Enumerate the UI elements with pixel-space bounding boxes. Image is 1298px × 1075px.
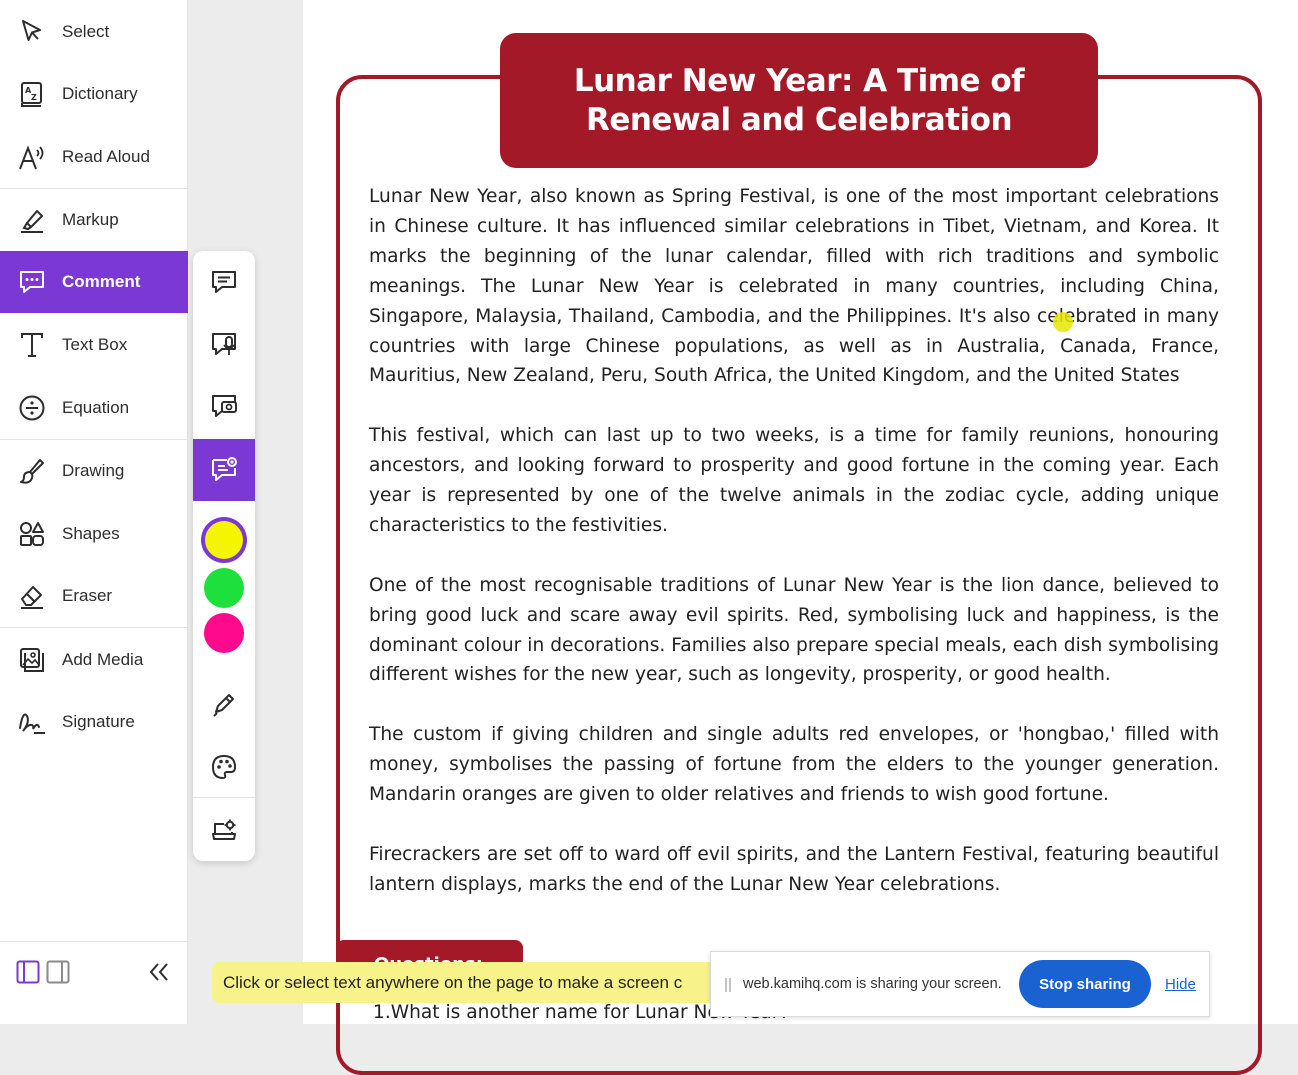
- drag-handle-icon[interactable]: [725, 978, 731, 992]
- article-title-line2: Renewal and Celebration: [585, 101, 1013, 138]
- sidebar-item-label: Read Aloud: [62, 147, 150, 166]
- dictionary-icon: AZ: [17, 79, 47, 109]
- paragraph[interactable]: This festival, which can last up to two …: [369, 421, 1219, 541]
- eraser-icon: [17, 581, 47, 611]
- sidebar-item-label: Equation: [62, 398, 130, 417]
- stop-sharing-button[interactable]: Stop sharing: [1019, 960, 1151, 1008]
- divider: [0, 627, 188, 628]
- share-message: web.kamihq.com is sharing your screen.: [743, 976, 1002, 992]
- paragraph[interactable]: The custom if giving children and single…: [369, 720, 1219, 810]
- text-comment-icon: [210, 268, 238, 296]
- pen-icon: [210, 690, 238, 718]
- color-swatch-green[interactable]: [204, 568, 244, 608]
- sidebar-item-label: Eraser: [62, 586, 113, 605]
- sidebar-item-markup[interactable]: Markup: [0, 189, 188, 251]
- sidebar-item-drawing[interactable]: Drawing: [0, 440, 188, 502]
- article-title-line1: Lunar New Year: A Time of: [573, 62, 1025, 99]
- media-icon: [17, 645, 47, 675]
- video-comment-icon: [210, 392, 238, 420]
- double-page-view-icon[interactable]: [46, 960, 70, 984]
- screen-share-bar: web.kamihq.com is sharing your screen. S…: [710, 951, 1210, 1017]
- read-aloud-icon: [17, 142, 47, 172]
- settings-icon: [210, 816, 238, 844]
- sidebar-item-label: Shapes: [62, 524, 120, 543]
- signature-icon: [17, 707, 47, 737]
- sidebar-item-label: Drawing: [62, 461, 125, 480]
- paragraph[interactable]: One of the most recognisable traditions …: [369, 571, 1219, 691]
- sidebar-footer: [0, 941, 188, 1024]
- color-swatch-yellow[interactable]: [205, 521, 243, 559]
- sidebar-item-signature[interactable]: Signature: [0, 691, 188, 753]
- sidebar-item-dictionary[interactable]: AZ Dictionary: [0, 63, 188, 125]
- pen-button[interactable]: [193, 673, 255, 735]
- sidebar-item-select[interactable]: Select: [0, 1, 188, 63]
- sidebar-item-label: Dictionary: [62, 84, 138, 103]
- comment-toolbar: [193, 251, 255, 861]
- sidebar-item-read-aloud[interactable]: Read Aloud: [0, 126, 188, 188]
- audio-comment-icon: [210, 330, 238, 358]
- tool-sidebar: Select AZ Dictionary Read Aloud Markup C…: [0, 0, 188, 1024]
- screen-comment-icon: [210, 456, 238, 484]
- sidebar-item-eraser[interactable]: Eraser: [0, 565, 188, 627]
- text-comment-button[interactable]: [193, 251, 255, 313]
- sidebar-item-shapes[interactable]: Shapes: [0, 503, 188, 565]
- sidebar-item-add-media[interactable]: Add Media: [0, 629, 188, 691]
- sidebar-item-text-box[interactable]: Text Box: [0, 314, 188, 376]
- paragraph[interactable]: Lunar New Year, also known as Spring Fes…: [369, 182, 1219, 391]
- color-swatch-pink[interactable]: [204, 613, 244, 653]
- video-comment-button[interactable]: [193, 375, 255, 437]
- sidebar-item-label: Markup: [62, 210, 119, 229]
- comment-icon: [17, 267, 47, 297]
- single-page-view-icon[interactable]: [16, 960, 40, 984]
- sidebar-item-label: Comment: [62, 272, 141, 291]
- article-body[interactable]: Lunar New Year, also known as Spring Fes…: [369, 182, 1219, 930]
- pointer-highlight: [1053, 312, 1073, 332]
- cursor-icon: [17, 17, 47, 47]
- highlighter-icon: [17, 205, 47, 235]
- text-icon: [17, 330, 47, 360]
- collapse-sidebar-icon[interactable]: [148, 961, 170, 983]
- article-title: Lunar New Year: A Time of Renewal and Ce…: [500, 33, 1098, 168]
- comment-settings-button[interactable]: [193, 799, 255, 861]
- brush-icon: [17, 456, 47, 486]
- equation-icon: [17, 393, 47, 423]
- paragraph[interactable]: Firecrackers are set off to ward off evi…: [369, 840, 1219, 900]
- screen-comment-button[interactable]: [193, 439, 255, 501]
- divider: [193, 797, 255, 798]
- palette-icon: [210, 753, 238, 781]
- sidebar-item-label: Select: [62, 22, 110, 41]
- sidebar-item-label: Signature: [62, 712, 135, 731]
- hide-link[interactable]: Hide: [1165, 976, 1196, 993]
- sidebar-item-label: Text Box: [62, 335, 128, 354]
- svg-text:Z: Z: [31, 93, 37, 102]
- sidebar-item-comment[interactable]: Comment: [0, 251, 188, 313]
- screen-comment-tip: Click or select text anywhere on the pag…: [212, 962, 732, 1003]
- palette-button[interactable]: [193, 736, 255, 798]
- shapes-icon: [17, 519, 47, 549]
- sidebar-item-equation[interactable]: Equation: [0, 377, 188, 439]
- sidebar-item-label: Add Media: [62, 650, 144, 669]
- audio-comment-button[interactable]: [193, 313, 255, 375]
